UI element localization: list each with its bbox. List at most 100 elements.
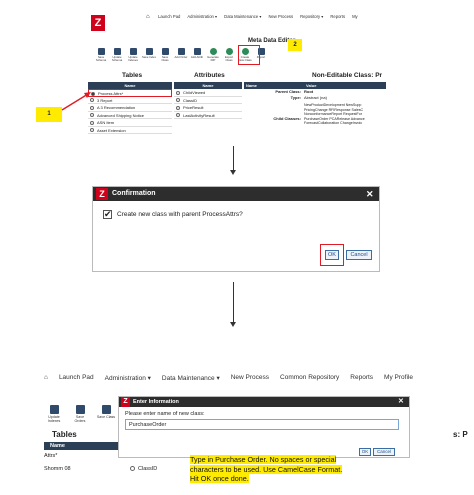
table-row[interactable]: Asset Extension — [88, 127, 172, 134]
nav-administration[interactable]: Administration ▾ — [187, 14, 217, 19]
close-icon[interactable]: ✕ — [366, 188, 374, 200]
ok-button[interactable]: OK — [359, 448, 371, 456]
nav-administration[interactable]: Administration ▾ — [105, 374, 151, 382]
save-icon — [129, 48, 137, 55]
attribute-row[interactable]: ClassID — [174, 97, 242, 104]
close-icon[interactable]: ✕ — [398, 397, 404, 407]
attribute-row[interactable]: ClassID — [130, 466, 157, 472]
home-icon[interactable]: ⌂ — [44, 374, 48, 382]
update-indexes-button[interactable]: Update Indexes — [126, 48, 140, 62]
class-name-input[interactable] — [125, 419, 399, 430]
update-schema-button[interactable]: Update Schema — [110, 48, 124, 62]
radio-icon[interactable] — [90, 120, 94, 125]
save-class-button[interactable]: Save Class — [158, 48, 172, 62]
ok-button[interactable]: OK — [325, 250, 339, 260]
home-icon[interactable]: ⌂ — [146, 14, 151, 20]
nav-data-maintenance[interactable]: Data Maintenance ▾ — [224, 14, 261, 19]
props-value: ForecastCollaboration ChangeInvoic — [304, 121, 363, 126]
nav-my-profile[interactable]: My Profile — [384, 374, 413, 382]
table-row-label: A 3 Recommendation — [97, 105, 136, 110]
note-line: Type in Purchase Order. No spaces or spe… — [190, 455, 337, 464]
toolbar-label: Add Attrib — [190, 55, 204, 59]
toolbar-label: Save Schema — [95, 55, 107, 62]
save-icon — [161, 48, 169, 55]
tables-heading: Tables — [52, 430, 77, 439]
properties-heading-fragment: s: P — [453, 430, 468, 439]
toolbar-label: Export Class — [224, 55, 234, 62]
attribute-row[interactable]: PriceResult — [174, 104, 242, 112]
table-row-label: Advanced Shipping Notice — [97, 112, 144, 118]
table-row[interactable]: Process Attrs* — [88, 89, 172, 97]
instruction-note: Type in Purchase Order. No spaces or spe… — [190, 455, 360, 484]
save-icon — [97, 48, 105, 55]
nav-launch-pad[interactable]: Launch Pad — [158, 14, 180, 19]
create-new-class-highlight — [238, 45, 260, 65]
top-nav: Launch Pad Administration ▾ Data Mainten… — [158, 14, 358, 19]
table-row-label: Asset Extension — [97, 127, 126, 133]
radio-icon[interactable] — [90, 128, 94, 133]
save-schema-button[interactable]: Save Schema — [94, 48, 108, 62]
radio-icon[interactable] — [176, 113, 180, 118]
nav-new-process[interactable]: New Process — [268, 14, 293, 19]
toolbar-label: Save Class — [161, 55, 169, 62]
table-row[interactable]: ASN Item — [88, 119, 172, 127]
dialog-message: Create new class with parent ProcessAttr… — [117, 211, 243, 218]
nav-new-process[interactable]: New Process — [231, 374, 269, 382]
table-row[interactable]: 3 Report — [88, 97, 172, 104]
save-icon — [177, 48, 185, 55]
cancel-button[interactable]: Cancel — [346, 250, 372, 260]
save-icon — [75, 405, 85, 414]
update-indexes-button[interactable]: Update Indexes — [44, 405, 64, 423]
app-logo: Z — [91, 15, 105, 31]
add-order-button[interactable]: Add Order — [174, 48, 188, 62]
cancel-button[interactable]: Cancel — [373, 448, 395, 456]
props-name-header: Name — [244, 82, 304, 89]
table-row[interactable]: Shomm 08 — [44, 466, 71, 472]
arrow-down-icon — [230, 322, 236, 327]
meta-data-editor-screenshot: Z ⌂ Launch Pad Administration ▾ Data Mai… — [88, 12, 386, 144]
nav-my[interactable]: My — [352, 14, 358, 19]
props-name: Type: — [290, 95, 301, 100]
toolbar-label: Generate DIP — [207, 55, 219, 62]
save-icon — [145, 48, 153, 55]
save-orders-button[interactable]: Save Orders — [70, 405, 90, 423]
flow-arrow-line — [233, 146, 234, 170]
table-row[interactable]: A 3 Recommendation — [88, 104, 172, 112]
toolbar-label: Update Indexes — [47, 415, 61, 423]
export-class-button[interactable]: Export Class — [222, 48, 236, 62]
table-row-label: 3 Report — [97, 97, 113, 103]
nav-reports[interactable]: Reports — [350, 374, 373, 382]
radio-icon[interactable] — [176, 90, 180, 95]
nav-repository[interactable]: Repository ▾ — [300, 14, 323, 19]
table-row[interactable]: Attrs* — [44, 453, 57, 459]
toolbar-label: Update Indexes — [128, 55, 138, 62]
add-attrib-button[interactable]: Add Attrib — [190, 48, 204, 62]
save-icon — [113, 48, 121, 55]
radio-icon[interactable] — [130, 466, 135, 472]
nav-data-maintenance[interactable]: Data Maintenance ▾ — [162, 374, 220, 382]
attributes-heading: Attributes — [194, 72, 225, 79]
nav-common-repository[interactable]: Common Repository — [280, 374, 339, 382]
arrow-down-icon — [230, 170, 236, 175]
generate-dip-button[interactable]: Generate DIP — [206, 48, 220, 62]
attribute-row[interactable]: LastActivityResult — [174, 112, 242, 119]
export-icon — [225, 48, 233, 55]
step-1-callout: 1 — [36, 107, 62, 122]
save-index-button[interactable]: Save Index — [142, 48, 156, 62]
save-class-button[interactable]: Save Class — [96, 405, 116, 423]
nav-launch-pad[interactable]: Launch Pad — [59, 374, 94, 382]
dialog-header: Z Confirmation ✕ — [93, 187, 379, 201]
save-icon — [193, 48, 201, 55]
props-row: Type: Abstract (na) — [244, 95, 386, 101]
flow-arrow-line — [233, 282, 234, 322]
props-value: Abstract (na) — [304, 95, 327, 100]
top-nav: ⌂ Launch Pad Administration ▾ Data Maint… — [44, 374, 413, 382]
step-2-callout: 2 — [288, 39, 302, 51]
attribute-row[interactable]: ChildViewed — [174, 89, 242, 97]
radio-icon[interactable] — [176, 105, 180, 110]
table-row[interactable]: Advanced Shipping Notice — [88, 112, 172, 119]
radio-icon[interactable] — [176, 98, 180, 103]
nav-reports[interactable]: Reports — [330, 14, 345, 19]
app-logo: Z — [96, 188, 108, 200]
class-properties-table: Name Value Parent Class: Root Type: Abst… — [244, 82, 386, 126]
